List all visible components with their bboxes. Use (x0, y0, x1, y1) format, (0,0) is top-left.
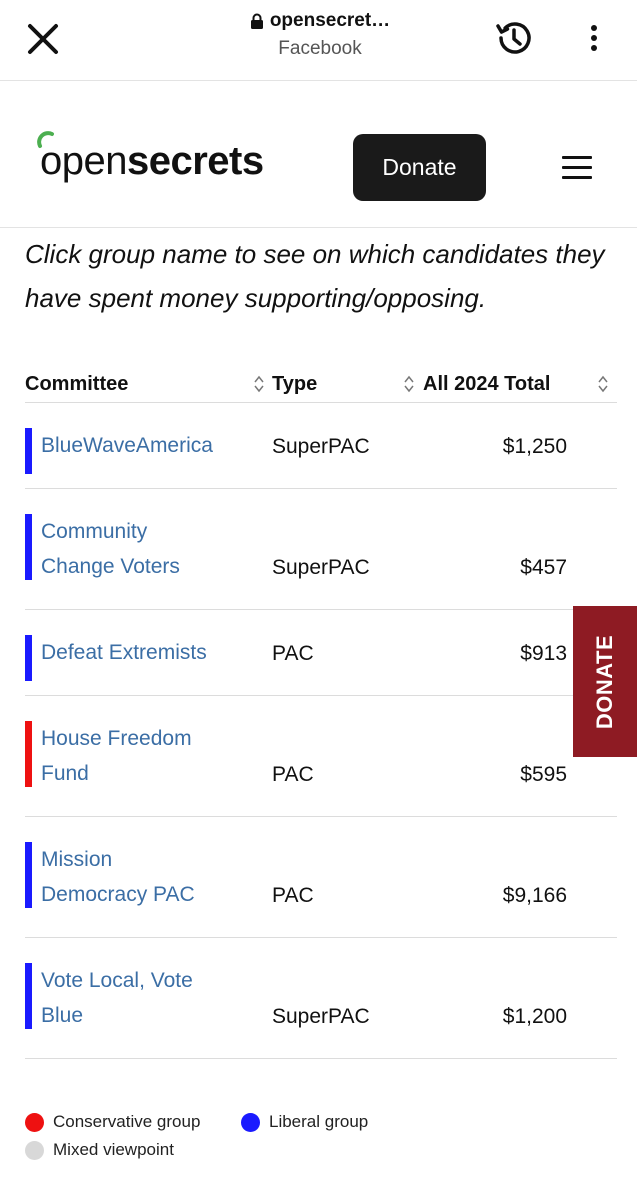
committee-total: $913 (520, 642, 567, 665)
committee-link[interactable]: BlueWaveAmerica (41, 428, 251, 463)
close-icon[interactable] (22, 18, 64, 60)
viewpoint-bar (25, 842, 32, 908)
legend-liberal: Liberal group (241, 1112, 368, 1132)
liberal-dot-icon (241, 1112, 260, 1132)
table-header: Committee Type All 2024 Total (25, 362, 617, 403)
committee-type: SuperPAC (272, 1005, 370, 1028)
table-row: House Freedom Fund PAC $595 (25, 696, 617, 817)
donate-button[interactable]: Donate (353, 134, 486, 201)
viewpoint-bar (25, 721, 32, 787)
committee-type: SuperPAC (272, 556, 370, 579)
committee-link[interactable]: Defeat Extremists (41, 635, 251, 670)
committee-total: $1,200 (502, 1005, 567, 1028)
menu-icon[interactable] (562, 156, 592, 180)
legend-conservative: Conservative group (25, 1112, 200, 1132)
viewpoint-bar (25, 635, 32, 681)
legend-mixed: Mixed viewpoint (25, 1140, 174, 1160)
more-options-icon[interactable] (582, 22, 606, 56)
table-row: Defeat Extremists PAC $913 (25, 610, 617, 696)
browser-top-bar: opensecret… Facebook (0, 0, 637, 81)
url-text: opensecret… (269, 10, 391, 31)
committee-type: PAC (272, 884, 314, 907)
committee-link[interactable]: Community Change Voters (41, 514, 251, 584)
viewpoint-bar (25, 514, 32, 580)
table-row: BlueWaveAmerica SuperPAC $1,250 (25, 403, 617, 489)
conservative-dot-icon (25, 1112, 44, 1132)
mixed-dot-icon (25, 1140, 44, 1160)
committee-link[interactable]: Vote Local, Vote Blue (41, 963, 251, 1033)
url-box[interactable]: opensecret… Facebook (200, 10, 440, 60)
side-donate-tab[interactable]: DONATE (573, 606, 637, 757)
sort-icon[interactable] (403, 375, 415, 393)
url-source: Facebook (278, 38, 362, 59)
committee-link[interactable]: Mission Democracy PAC (41, 842, 251, 912)
committee-total: $457 (520, 556, 567, 579)
header-type[interactable]: Type (272, 373, 317, 396)
sort-icon[interactable] (597, 375, 609, 393)
header-committee[interactable]: Committee (25, 373, 128, 396)
intro-text: Click group name to see on which candida… (25, 239, 605, 313)
table-row: Vote Local, Vote Blue SuperPAC $1,200 (25, 938, 617, 1059)
side-donate-label: DONATE (592, 634, 618, 729)
logo-secrets-text: secrets (126, 139, 264, 183)
lock-icon (250, 13, 263, 29)
committee-total: $595 (520, 763, 567, 786)
committee-type: PAC (272, 642, 314, 665)
committee-type: PAC (272, 763, 314, 786)
table-row: Mission Democracy PAC PAC $9,166 (25, 817, 617, 938)
viewpoint-bar (25, 428, 32, 474)
opensecrets-logo[interactable]: opensecrets (37, 131, 264, 183)
sort-icon[interactable] (253, 375, 265, 393)
committee-total: $9,166 (502, 884, 567, 907)
committee-total: $1,250 (502, 435, 567, 458)
committee-link[interactable]: House Freedom Fund (41, 721, 251, 791)
history-icon[interactable] (492, 16, 536, 60)
header-total[interactable]: All 2024 Total (423, 373, 550, 396)
committee-table: Committee Type All 2024 Total BlueWaveAm… (25, 362, 617, 1059)
site-header: opensecrets Donate (0, 81, 637, 228)
table-row: Community Change Voters SuperPAC $457 (25, 489, 617, 610)
committee-type: SuperPAC (272, 435, 370, 458)
viewpoint-bar (25, 963, 32, 1029)
logo-arc-icon (37, 131, 54, 148)
